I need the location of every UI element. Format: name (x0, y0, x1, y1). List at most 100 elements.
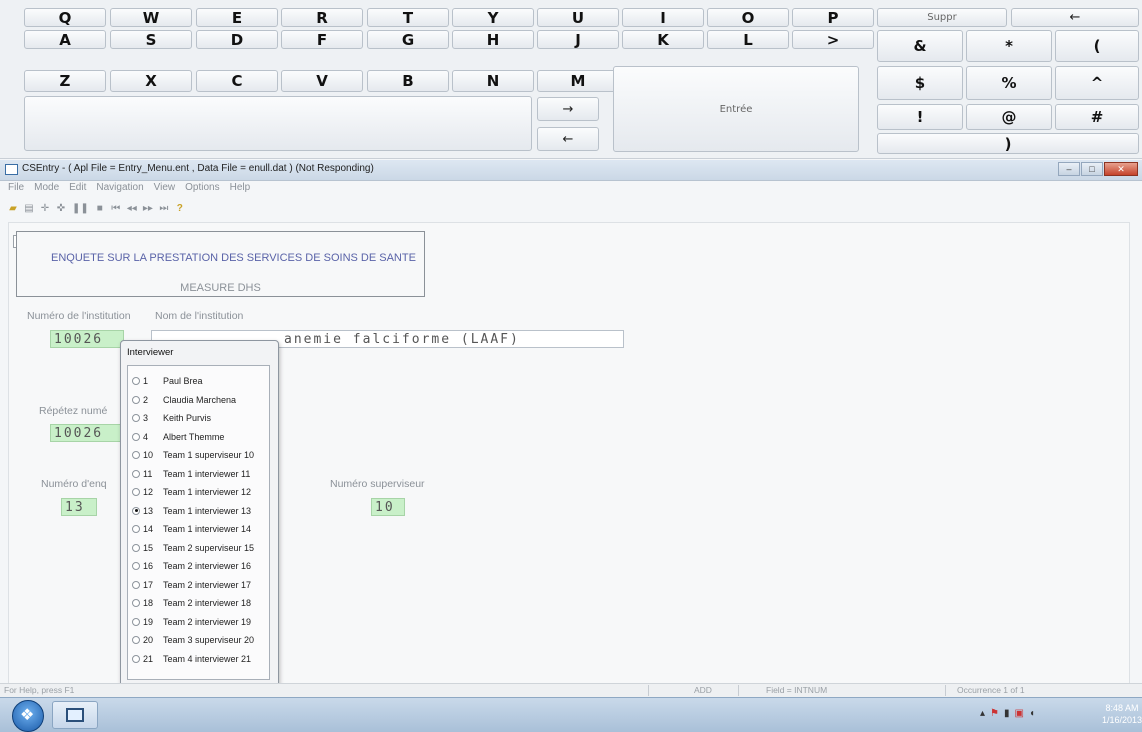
key-dollar[interactable]: $ (877, 66, 963, 100)
key-arrow-right[interactable]: → (537, 97, 599, 121)
key-f[interactable]: F (281, 30, 363, 49)
key-l[interactable]: L (707, 30, 789, 49)
radio-button-checked[interactable] (132, 506, 140, 515)
radio-button[interactable] (132, 580, 140, 589)
interviewer-option[interactable]: 4 Albert Themme (132, 430, 267, 444)
menu-options[interactable]: Options (185, 182, 219, 197)
radio-button[interactable] (132, 543, 140, 552)
delete-icon[interactable]: ✜ (56, 203, 66, 214)
radio-button[interactable] (132, 562, 140, 570)
next-icon[interactable]: ▸▸ (143, 203, 153, 214)
radio-button[interactable] (132, 451, 140, 459)
key-backspace[interactable]: ← (1011, 8, 1139, 27)
flag-icon[interactable]: ⚑ (990, 708, 999, 719)
interviewer-option[interactable]: 3 Keith Purvis (132, 411, 267, 425)
key-c[interactable]: C (196, 70, 278, 92)
key-enter[interactable]: Entrée (613, 66, 859, 152)
minimize-button[interactable]: – (1058, 162, 1080, 176)
menu-navigation[interactable]: Navigation (96, 182, 143, 197)
repeat-number-field[interactable]: 10026 (50, 424, 124, 442)
start-button[interactable] (12, 700, 44, 732)
taskbar-app-csentry[interactable] (52, 701, 98, 729)
key-d[interactable]: D (196, 30, 278, 49)
insert-icon[interactable]: ✛ (40, 203, 50, 214)
key-arrow-left[interactable]: ← (537, 127, 599, 151)
key-percent[interactable]: % (966, 66, 1052, 100)
key-r[interactable]: R (281, 8, 363, 27)
menu-file[interactable]: File (8, 182, 24, 197)
key-g[interactable]: G (367, 30, 449, 49)
key-z[interactable]: Z (24, 70, 106, 92)
key-b[interactable]: B (367, 70, 449, 92)
interviewer-option-selected[interactable]: 13 Team 1 interviewer 13 (132, 504, 267, 518)
key-caret[interactable]: ^ (1055, 66, 1139, 100)
volume-icon[interactable]: ◖ (1029, 708, 1035, 719)
key-space[interactable] (24, 96, 532, 151)
pause-icon[interactable]: ❚❚ (72, 203, 89, 214)
menu-help[interactable]: Help (230, 182, 251, 197)
key-o[interactable]: O (707, 8, 789, 27)
radio-button[interactable] (132, 469, 140, 478)
interviewer-option[interactable]: 12 Team 1 interviewer 12 (132, 485, 267, 499)
radio-button[interactable] (132, 395, 140, 404)
menu-edit[interactable]: Edit (69, 182, 86, 197)
key-h[interactable]: H (452, 30, 534, 49)
first-icon[interactable]: ⏮ (111, 203, 121, 214)
key-i[interactable]: I (622, 8, 704, 27)
radio-button[interactable] (132, 654, 140, 663)
key-exclamation[interactable]: ! (877, 104, 963, 130)
interviewer-number-field[interactable]: 13 (61, 498, 97, 516)
interviewer-option[interactable]: 16 Team 2 interviewer 16 (132, 559, 267, 573)
key-m[interactable]: M (537, 70, 619, 92)
interviewer-option[interactable]: 17 Team 2 interviewer 17 (132, 578, 267, 592)
key-close-paren[interactable]: ) (877, 133, 1139, 154)
radio-button[interactable] (132, 414, 140, 422)
key-x[interactable]: X (110, 70, 192, 92)
help-icon[interactable]: ? (175, 203, 185, 214)
interviewer-option[interactable]: 18 Team 2 interviewer 18 (132, 596, 267, 610)
tray-arrow-icon[interactable]: ▴ (980, 708, 985, 719)
interviewer-option[interactable]: 19 Team 2 interviewer 19 (132, 615, 267, 629)
key-q[interactable]: Q (24, 8, 106, 27)
key-t[interactable]: T (367, 8, 449, 27)
key-v[interactable]: V (281, 70, 363, 92)
close-button[interactable]: ✕ (1104, 162, 1138, 176)
key-k[interactable]: K (622, 30, 704, 49)
interviewer-option[interactable]: 14 Team 1 interviewer 14 (132, 522, 267, 536)
previous-icon[interactable]: ◂◂ (127, 203, 137, 214)
interviewer-option[interactable]: 20 Team 3 superviseur 20 (132, 633, 267, 647)
interviewer-option[interactable]: 1 Paul Brea (132, 374, 267, 388)
key-open-paren[interactable]: ( (1055, 30, 1139, 62)
last-icon[interactable]: ⏭ (159, 203, 169, 214)
key-greater-than[interactable]: > (792, 30, 874, 49)
clock[interactable]: 8:48 AM 1/16/2013 (1102, 702, 1142, 726)
interviewer-option[interactable]: 10 Team 1 superviseur 10 (132, 448, 267, 462)
stop-icon[interactable]: ■ (95, 203, 105, 214)
menu-view[interactable]: View (154, 182, 176, 197)
key-j[interactable]: J (537, 30, 619, 49)
key-suppr[interactable]: Suppr (877, 8, 1007, 27)
open-folder-icon[interactable]: ▰ (8, 203, 18, 214)
interviewer-option[interactable]: 21 Team 4 interviewer 21 (132, 652, 267, 666)
radio-button[interactable] (132, 432, 140, 441)
radio-button[interactable] (132, 617, 140, 626)
maximize-button[interactable]: □ (1081, 162, 1103, 176)
key-ampersand[interactable]: & (877, 30, 963, 62)
radio-button[interactable] (132, 599, 140, 607)
key-s[interactable]: S (110, 30, 192, 49)
radio-button[interactable] (132, 636, 140, 644)
key-a[interactable]: A (24, 30, 106, 49)
interviewer-option[interactable]: 15 Team 2 superviseur 15 (132, 541, 267, 555)
interviewer-option[interactable]: 2 Claudia Marchena (132, 393, 267, 407)
interviewer-option[interactable]: 11 Team 1 interviewer 11 (132, 467, 267, 481)
institution-number-field[interactable]: 10026 (50, 330, 124, 348)
key-e[interactable]: E (196, 8, 278, 27)
network-icon[interactable]: ▣ (1015, 708, 1024, 719)
battery-icon[interactable]: ▮ (1004, 708, 1010, 719)
radio-button[interactable] (132, 377, 140, 385)
key-n[interactable]: N (452, 70, 534, 92)
key-p[interactable]: P (792, 8, 874, 27)
radio-button[interactable] (132, 525, 140, 533)
radio-button[interactable] (132, 488, 140, 496)
key-y[interactable]: Y (452, 8, 534, 27)
